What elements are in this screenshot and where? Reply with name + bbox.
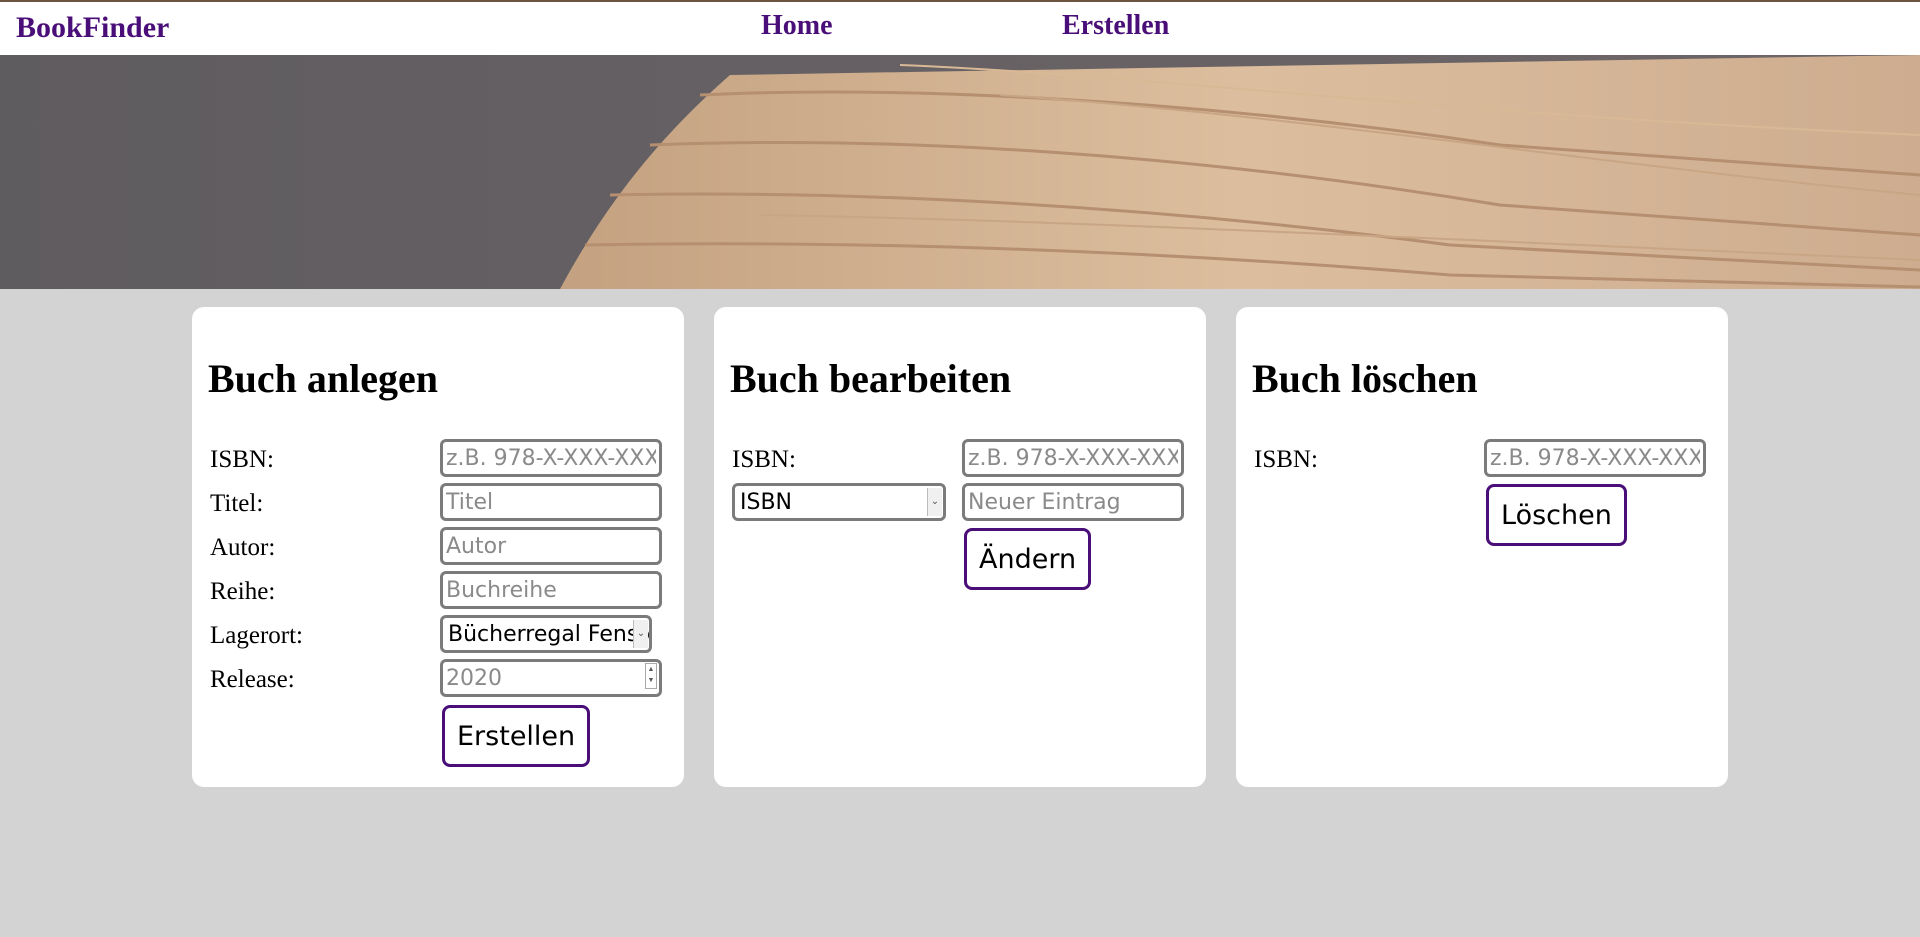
delete-isbn-row: ISBN: <box>1254 439 1714 479</box>
series-input[interactable] <box>440 571 662 609</box>
isbn-input[interactable] <box>440 439 662 477</box>
location-label: Lagerort: <box>210 622 304 649</box>
edit-book-card: Buch bearbeiten ISBN: ISBN ⌄ Ändern <box>714 307 1206 787</box>
release-row: Release: ▲▼ <box>210 659 670 699</box>
release-label: Release: <box>210 666 295 693</box>
author-label: Autor: <box>210 534 276 561</box>
title-row: Titel: <box>210 483 670 523</box>
location-select[interactable]: Bücherregal Fenster ⌄ <box>440 615 652 653</box>
isbn-label: ISBN: <box>210 446 274 473</box>
series-row: Reihe: <box>210 571 670 611</box>
release-input[interactable] <box>440 659 662 697</box>
nav-create-link[interactable]: Erstellen <box>1062 10 1169 42</box>
author-input[interactable] <box>440 527 662 565</box>
hero-book-image <box>0 55 1920 289</box>
edit-isbn-input[interactable] <box>962 439 1184 477</box>
location-select-value: Bücherregal Fenster <box>448 622 652 647</box>
top-navbar: BookFinder Home Erstellen <box>0 0 1920 55</box>
edit-field-select-value: ISBN <box>740 490 793 515</box>
chevron-down-icon: ⌄ <box>633 620 648 648</box>
create-button[interactable]: Erstellen <box>442 705 591 767</box>
create-book-title: Buch anlegen <box>208 356 439 401</box>
isbn-row: ISBN: <box>210 439 670 479</box>
brand-logo-link[interactable]: BookFinder <box>16 11 169 45</box>
edit-isbn-row: ISBN: <box>732 439 1192 479</box>
title-input[interactable] <box>440 483 662 521</box>
chevron-down-icon: ⌄ <box>927 488 942 516</box>
delete-isbn-input[interactable] <box>1484 439 1706 477</box>
new-entry-input[interactable] <box>962 483 1184 521</box>
spinner-arrows-icon[interactable]: ▲ ▼ <box>645 663 657 689</box>
edit-field-row: ISBN ⌄ <box>732 483 1192 523</box>
location-row: Lagerort: Bücherregal Fenster ⌄ <box>210 615 670 655</box>
edit-button[interactable]: Ändern <box>964 528 1092 590</box>
delete-button[interactable]: Löschen <box>1486 484 1627 546</box>
author-row: Autor: <box>210 527 670 567</box>
create-book-card: Buch anlegen ISBN: Titel: Autor: Reihe: … <box>192 307 684 787</box>
nav-home-link[interactable]: Home <box>761 10 833 42</box>
delete-isbn-label: ISBN: <box>1254 446 1318 473</box>
edit-field-select[interactable]: ISBN ⌄ <box>732 483 946 521</box>
title-label: Titel: <box>210 490 264 517</box>
book-pages-illustration <box>0 55 1920 289</box>
delete-book-title: Buch löschen <box>1252 356 1478 401</box>
series-label: Reihe: <box>210 578 276 605</box>
edit-isbn-label: ISBN: <box>732 446 796 473</box>
delete-book-card: Buch löschen ISBN: Löschen <box>1236 307 1728 787</box>
edit-book-title: Buch bearbeiten <box>730 356 1012 401</box>
